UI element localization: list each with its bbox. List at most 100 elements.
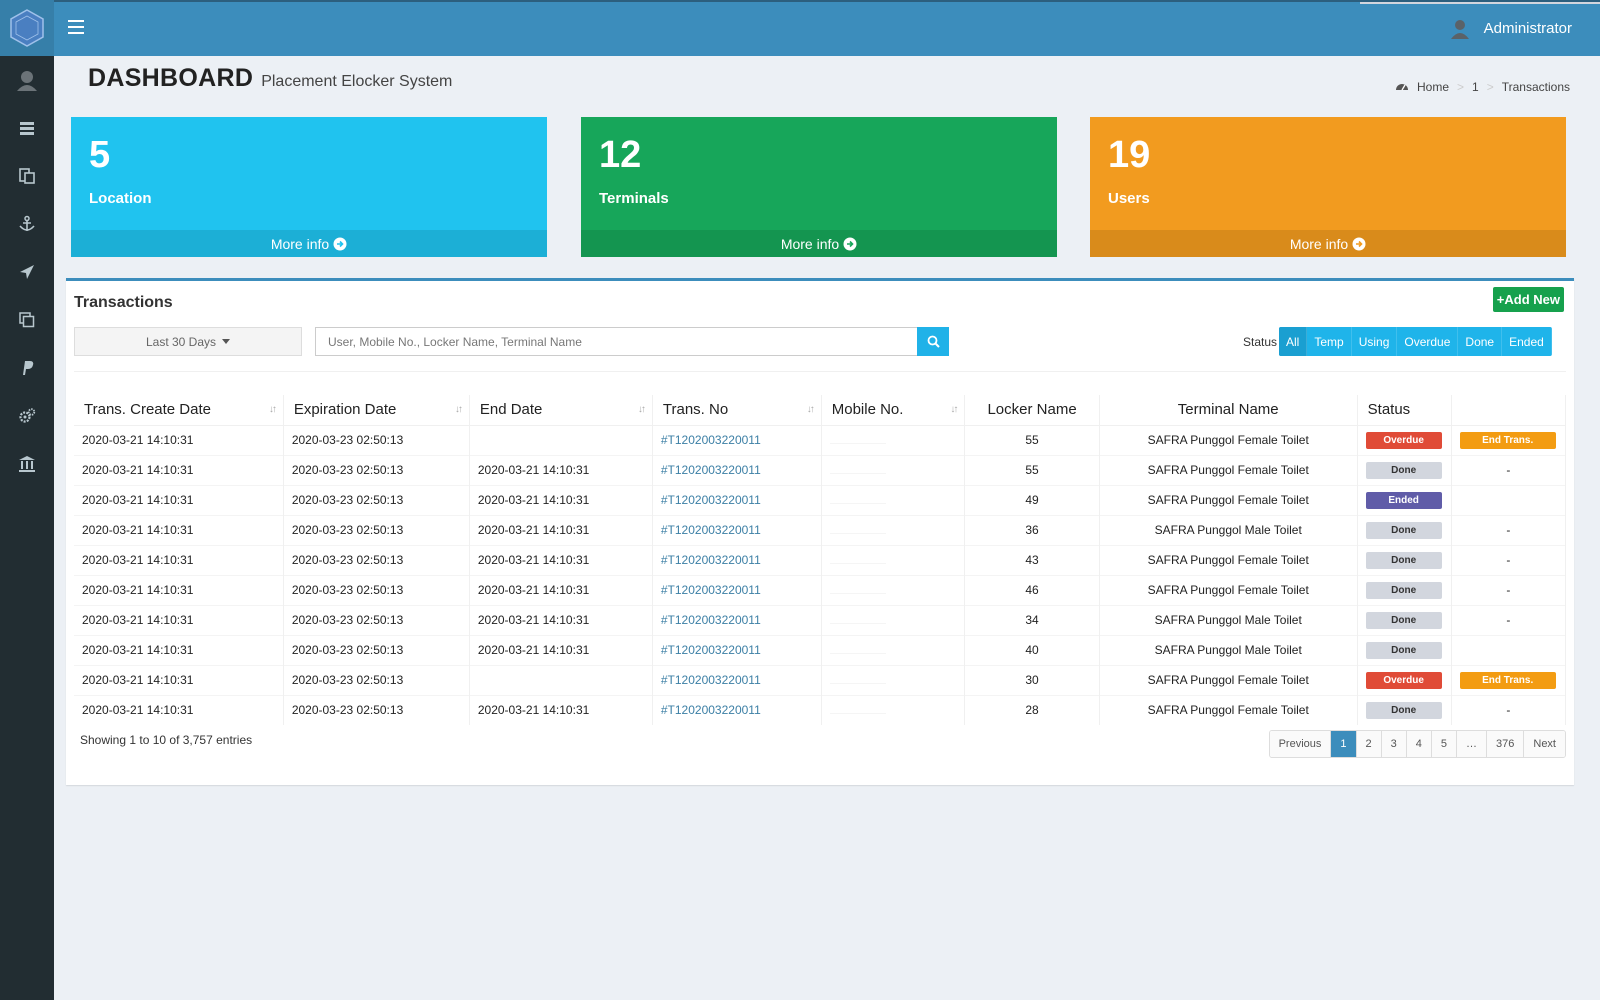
sidebar-item-list[interactable] — [0, 104, 54, 152]
transactions-table-body: 2020-03-21 14:10:31 2020-03-23 02:50:13 #T… — [74, 424, 1567, 725]
action-placeholder — [1451, 634, 1567, 665]
sidebar-item-profile[interactable] — [0, 56, 54, 104]
sidebar-item-send[interactable] — [0, 248, 54, 296]
locker-name-cell: 49 — [964, 484, 1100, 515]
column-header-end-date[interactable]: End Date ↓↑ — [469, 395, 653, 426]
pagination: Previous 1 2 3 4 5… 376 Next — [1268, 730, 1566, 758]
mobile-no-cell — [821, 634, 966, 665]
search-button[interactable] — [917, 327, 949, 356]
trans-no-link[interactable]: #T1202003220011 — [652, 454, 822, 485]
trans-no-link[interactable]: #T1202003220011 — [652, 694, 822, 725]
table-row: 2020-03-21 14:10:31 2020-03-23 02:50:13 20… — [74, 484, 1567, 515]
stat-label: Location — [89, 190, 152, 207]
sidebar-item-payment[interactable] — [0, 344, 54, 392]
end-date-cell: 2020-03-21 14:10:31 — [469, 514, 653, 545]
create-date-cell: 2020-03-21 14:10:31 — [74, 424, 284, 455]
status-cell: Overdue — [1357, 664, 1452, 695]
mobile-no-cell — [821, 454, 966, 485]
column-header-trans-no[interactable]: Trans. No ↓↑ — [652, 395, 822, 426]
pagination-page[interactable]: 2 — [1356, 731, 1382, 757]
sidebar-item-lockers[interactable] — [0, 152, 54, 200]
status-filter-ended[interactable]: Ended — [1502, 327, 1552, 356]
end-transaction-button[interactable]: End Trans. — [1459, 431, 1556, 449]
status-badge: Done — [1365, 611, 1442, 629]
trans-no-link[interactable]: #T1202003220011 — [652, 634, 822, 665]
status-badge: Done — [1365, 581, 1442, 599]
redacted-mobile — [829, 466, 886, 474]
sidebar — [0, 0, 54, 1000]
pagination-previous[interactable]: Previous — [1269, 731, 1332, 757]
trans-no-link[interactable]: #T1202003220011 — [652, 604, 822, 635]
redacted-mobile — [829, 706, 886, 715]
status-filter-all[interactable]: All — [1279, 327, 1308, 356]
pagination-page[interactable]: 4 — [1406, 731, 1432, 757]
pagination-page[interactable]: 376 — [1487, 731, 1525, 757]
page-subtitle: Placement Elocker System — [261, 73, 453, 90]
sidebar-item-settings[interactable] — [0, 392, 54, 440]
end-date-cell: 2020-03-21 14:10:31 — [469, 454, 653, 485]
status-cell: Done — [1357, 514, 1452, 545]
sort-icon: ↓↑ — [950, 404, 958, 415]
user-name: Administrator — [1483, 19, 1572, 37]
create-date-cell: 2020-03-21 14:10:31 — [74, 514, 284, 545]
redacted-mobile — [829, 676, 886, 684]
pagination-next[interactable]: Next — [1524, 731, 1565, 757]
date-range-dropdown[interactable]: Last 30 Days — [74, 327, 302, 356]
more-info-link[interactable]: More info — [1090, 230, 1566, 257]
more-info-link[interactable]: More info — [71, 230, 547, 257]
status-filter-done[interactable]: Done — [1458, 327, 1503, 356]
status-filter-using[interactable]: Using — [1352, 327, 1398, 356]
create-date-cell: 2020-03-21 14:10:31 — [74, 664, 284, 695]
breadcrumb-home[interactable]: Home — [1417, 80, 1449, 94]
trans-no-link[interactable]: #T1202003220011 — [652, 664, 822, 695]
status-filter-temp[interactable]: Temp — [1307, 327, 1352, 356]
trans-no-link[interactable]: #T1202003220011 — [652, 484, 822, 515]
expiration-date-cell: 2020-03-23 02:50:13 — [283, 484, 470, 515]
trans-no-link[interactable]: #T1202003220011 — [652, 424, 822, 455]
terminal-name-cell: SAFRA Punggol Female Toilet — [1099, 664, 1358, 695]
stat-label: Users — [1108, 190, 1150, 207]
end-transaction-button[interactable]: End Trans. — [1459, 671, 1556, 689]
trans-no-link[interactable]: #T1202003220011 — [652, 574, 822, 605]
pagination-page[interactable]: 3 — [1381, 731, 1407, 757]
sidebar-item-bank[interactable] — [0, 440, 54, 488]
user-menu[interactable]: Administrator — [1448, 16, 1572, 40]
dashboard-icon — [1396, 84, 1409, 91]
status-cell: Done — [1357, 694, 1452, 725]
status-cell: Done — [1357, 454, 1452, 485]
stat-box-terminals: 12 Terminals More info — [581, 117, 1057, 257]
send-icon — [20, 265, 34, 279]
trans-no-link[interactable]: #T1202003220011 — [652, 544, 822, 575]
breadcrumb-level-1[interactable]: 1 — [1472, 80, 1479, 94]
toolbar-divider — [74, 371, 1566, 372]
status-badge: Done — [1365, 461, 1442, 479]
content-header: DASHBOARD Placement Elocker System — [88, 64, 452, 93]
column-header-create-date[interactable]: Trans. Create Date ↓↑ — [74, 395, 284, 426]
status-filter-overdue[interactable]: Overdue — [1397, 327, 1459, 356]
column-header-expiration-date[interactable]: Expiration Date ↓↑ — [283, 395, 470, 426]
pagination-page[interactable]: 1 — [1331, 731, 1357, 757]
logo[interactable] — [0, 0, 54, 56]
create-date-cell: 2020-03-21 14:10:31 — [74, 544, 284, 575]
paypal-icon — [23, 361, 34, 375]
search-input[interactable] — [315, 327, 918, 356]
add-new-button[interactable]: +Add New — [1492, 287, 1564, 312]
sort-icon: ↓↑ — [268, 404, 277, 415]
more-info-link[interactable]: More info — [581, 230, 1057, 257]
terminal-name-cell: SAFRA Punggol Female Toilet — [1099, 694, 1358, 725]
menu-toggle-icon[interactable] — [68, 20, 84, 36]
mobile-no-cell — [821, 514, 966, 545]
trans-no-link[interactable]: #T1202003220011 — [652, 514, 822, 545]
create-date-cell: 2020-03-21 14:10:31 — [74, 454, 284, 485]
create-date-cell: 2020-03-21 14:10:31 — [74, 484, 284, 515]
arrow-circle-right-icon — [333, 237, 347, 250]
sidebar-item-copy[interactable] — [0, 296, 54, 344]
mobile-no-cell — [821, 664, 966, 695]
table-row: 2020-03-21 14:10:31 2020-03-23 02:50:13 20… — [74, 604, 1567, 635]
action-placeholder: - — [1451, 544, 1567, 575]
sidebar-item-anchor[interactable] — [0, 200, 54, 248]
panel-title: Transactions — [74, 294, 173, 311]
mobile-no-cell — [821, 424, 966, 455]
column-header-mobile-no[interactable]: Mobile No. ↓↑ — [821, 395, 966, 426]
pagination-page[interactable]: 5 — [1431, 731, 1458, 757]
